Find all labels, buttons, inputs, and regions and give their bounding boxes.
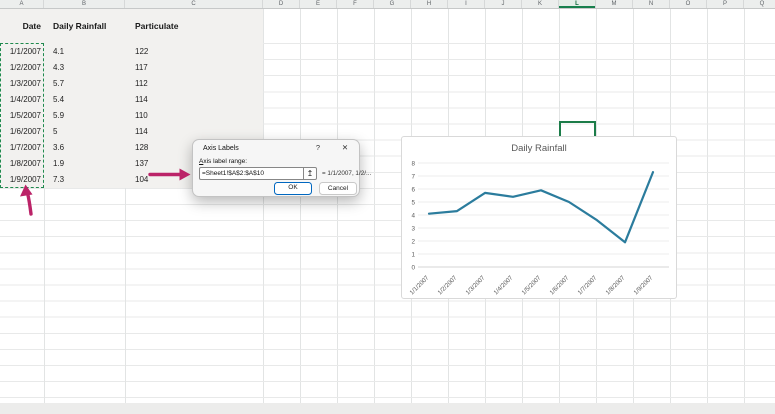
cell[interactable]: 122 [125,47,263,56]
axis-labels-dialog: Axis Labels ? ✕ Axis label range: ↥ = 1/… [192,139,371,197]
svg-text:3: 3 [411,225,415,232]
svg-text:1: 1 [411,251,415,258]
svg-text:6: 6 [411,186,415,193]
svg-text:5: 5 [411,199,415,206]
svg-text:1/8/2007: 1/8/2007 [604,274,626,296]
svg-text:8: 8 [411,160,415,167]
axis-label-range-label: Axis label range: [199,158,248,165]
collapse-dialog-icon[interactable]: ↥ [303,168,316,179]
cell[interactable]: 4.1 [44,47,125,56]
cell[interactable]: 4.3 [44,63,125,72]
axis-label-range-field: ↥ [199,167,317,180]
cell[interactable]: 110 [125,111,263,120]
svg-text:4: 4 [411,212,415,219]
cell[interactable]: 7.3 [44,175,125,184]
ok-button[interactable]: OK [274,182,312,195]
svg-text:7: 7 [411,173,415,180]
cell[interactable]: 5.4 [44,95,125,104]
svg-text:1/3/2007: 1/3/2007 [464,274,486,296]
svg-text:1/1/2007: 1/1/2007 [408,274,430,296]
svg-text:1/4/2007: 1/4/2007 [492,274,514,296]
excel-sheet: ABCDEFGHIJKLMNOPQ Date Daily Rainfall Part… [0,0,775,414]
chart-canvas: 0 1 2 3 4 5 6 7 8 1/1/2007 1/2/2007 1/3/2007 1/4/200… [408,160,669,296]
svg-text:0: 0 [411,264,415,271]
cell[interactable]: Particulate [125,21,263,31]
svg-text:1/5/2007: 1/5/2007 [520,274,542,296]
range-preview-text: = 1/1/2007, 1/2/... [322,170,372,177]
svg-text:2: 2 [411,238,415,245]
axis-label-range-input[interactable] [200,168,303,179]
cell[interactable]: 1.9 [44,159,125,168]
svg-text:1/2/2007: 1/2/2007 [436,274,458,296]
svg-text:1/7/2007: 1/7/2007 [576,274,598,296]
table-header-row: Date Daily Rainfall Particulate [0,9,263,43]
svg-text:1/9/2007: 1/9/2007 [632,274,654,296]
cell[interactable]: 3.6 [44,143,125,152]
cell[interactable]: 112 [125,79,263,88]
cell[interactable]: 117 [125,63,263,72]
help-icon[interactable]: ? [311,143,325,154]
cell[interactable]: 5 [44,127,125,136]
close-icon[interactable]: ✕ [337,143,353,154]
cell[interactable]: 5.9 [44,111,125,120]
cell[interactable]: 5.7 [44,79,125,88]
cell[interactable]: Date [0,21,44,31]
cell[interactable]: Daily Rainfall [44,21,125,31]
marching-ants-selection [0,43,44,188]
svg-text:1/6/2007: 1/6/2007 [548,274,570,296]
cell[interactable]: 114 [125,95,263,104]
cell[interactable]: 114 [125,127,263,136]
cancel-button[interactable]: Cancel [319,182,357,195]
rainfall-chart[interactable]: Daily Rainfall 0 1 2 3 4 5 6 7 8 1/1/2007 1/2/2007… [401,136,677,299]
dialog-title: Axis Labels [203,145,239,152]
